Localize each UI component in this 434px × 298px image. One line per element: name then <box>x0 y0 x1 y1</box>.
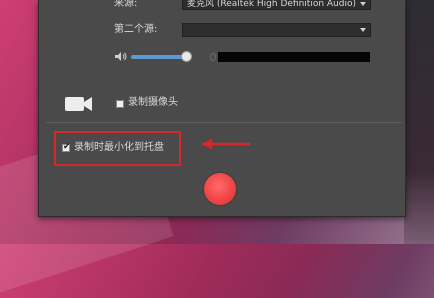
source-select-value: 麦克风 (Realtek High Definition Audio) <box>187 0 356 9</box>
audio-level-meter <box>218 52 370 62</box>
annotation-highlight-box <box>54 131 181 166</box>
source-label: 来源: <box>114 0 138 9</box>
record-camera-label: 录制摄像头 <box>128 97 178 108</box>
video-camera-icon <box>65 97 92 111</box>
volume-slider-thumb[interactable] <box>181 51 192 62</box>
speaker-icon[interactable] <box>114 51 128 62</box>
second-source-select[interactable] <box>182 23 371 37</box>
level-indicator-icon <box>210 53 216 61</box>
annotation-arrow-icon <box>201 138 250 150</box>
section-divider <box>46 122 402 123</box>
source-select[interactable]: 麦克风 (Realtek High Definition Audio) <box>182 0 371 10</box>
chevron-down-icon <box>360 2 366 6</box>
desktop-background-right <box>404 0 434 244</box>
chevron-down-icon <box>360 28 366 32</box>
record-camera-checkbox[interactable] <box>116 100 124 108</box>
second-source-label: 第二个源: <box>114 24 158 35</box>
record-button[interactable] <box>204 173 236 205</box>
